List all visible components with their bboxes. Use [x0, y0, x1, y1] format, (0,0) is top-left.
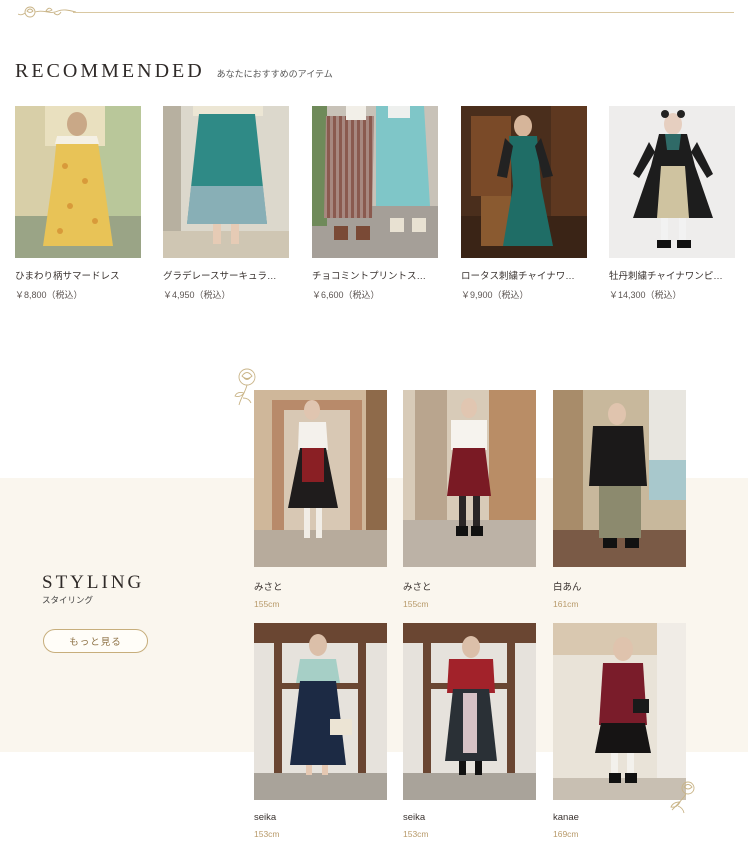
product-image[interactable]: [461, 106, 587, 258]
product-card[interactable]: ロータス刺繍チャイナワ… ￥9,900（税込）: [461, 106, 587, 301]
styling-photo[interactable]: [403, 623, 536, 800]
styling-subtitle: スタイリング: [42, 595, 94, 605]
styling-staff-height: 155cm: [254, 599, 280, 609]
styling-staff-name: kanae: [553, 812, 579, 823]
product-price: ￥9,900（税込）: [461, 290, 529, 300]
product-price: ￥8,800（税込）: [15, 290, 83, 300]
product-name[interactable]: チョコミントプリントス…: [312, 268, 438, 282]
product-card[interactable]: ひまわり柄サマードレス ￥8,800（税込）: [15, 106, 141, 301]
styling-photo[interactable]: [403, 390, 536, 567]
product-name[interactable]: ロータス刺繍チャイナワ…: [461, 268, 587, 282]
styling-staff-height: 169cm: [553, 829, 579, 839]
styling-photo[interactable]: [553, 390, 686, 567]
product-name[interactable]: ひまわり柄サマードレス: [15, 268, 141, 282]
styling-card[interactable]: seika 153cm: [403, 623, 536, 839]
styling-card[interactable]: みさと 155cm: [403, 390, 536, 609]
product-name[interactable]: グラデレースサーキュラ…: [163, 268, 289, 282]
styling-header: STYLING スタイリング: [42, 572, 144, 606]
product-image[interactable]: [609, 106, 735, 258]
styling-staff-name: seika: [403, 812, 426, 823]
product-image[interactable]: [163, 106, 289, 258]
styling-staff-height: 153cm: [403, 829, 429, 839]
recommended-subtitle: あなたにおすすめのアイテム: [216, 69, 333, 79]
product-image[interactable]: [312, 106, 438, 258]
recommended-title: RECOMMENDED: [15, 60, 205, 82]
styling-staff-name: みさと: [254, 582, 283, 593]
product-name[interactable]: 牡丹刺繍チャイナワンピ…: [609, 268, 735, 282]
product-image[interactable]: [15, 106, 141, 258]
product-card[interactable]: 牡丹刺繍チャイナワンピ… ￥14,300（税込）: [609, 106, 735, 301]
styling-photo[interactable]: [254, 623, 387, 800]
product-card[interactable]: グラデレースサーキュラ… ￥4,950（税込）: [163, 106, 289, 301]
styling-card[interactable]: kanae 169cm: [553, 623, 686, 839]
rose-ornament-icon: [670, 781, 695, 814]
styling-staff-height: 153cm: [254, 829, 280, 839]
see-more-button[interactable]: もっと見る: [43, 629, 148, 653]
product-price: ￥6,600（税込）: [312, 290, 380, 300]
styling-title: STYLING: [42, 572, 145, 593]
product-card[interactable]: チョコミントプリントス… ￥6,600（税込）: [312, 106, 438, 301]
styling-staff-name: みさと: [403, 582, 432, 593]
top-rule-ornament: [18, 3, 734, 19]
styling-photo[interactable]: [254, 390, 387, 567]
styling-staff-height: 155cm: [403, 599, 429, 609]
rose-ornament-icon: [18, 6, 77, 18]
styling-card[interactable]: seika 153cm: [254, 623, 387, 839]
styling-staff-height: 161cm: [553, 599, 579, 609]
styling-staff-name: seika: [254, 812, 277, 823]
styling-photo[interactable]: [553, 623, 686, 800]
product-price: ￥4,950（税込）: [163, 290, 231, 300]
recommended-header: RECOMMENDED あなたにおすすめのアイテム: [15, 60, 333, 83]
styling-card[interactable]: みさと 155cm: [254, 390, 387, 609]
styling-staff-name: 白あん: [553, 582, 582, 593]
product-price: ￥14,300（税込）: [609, 290, 682, 300]
styling-card[interactable]: 白あん 161cm: [553, 390, 686, 609]
